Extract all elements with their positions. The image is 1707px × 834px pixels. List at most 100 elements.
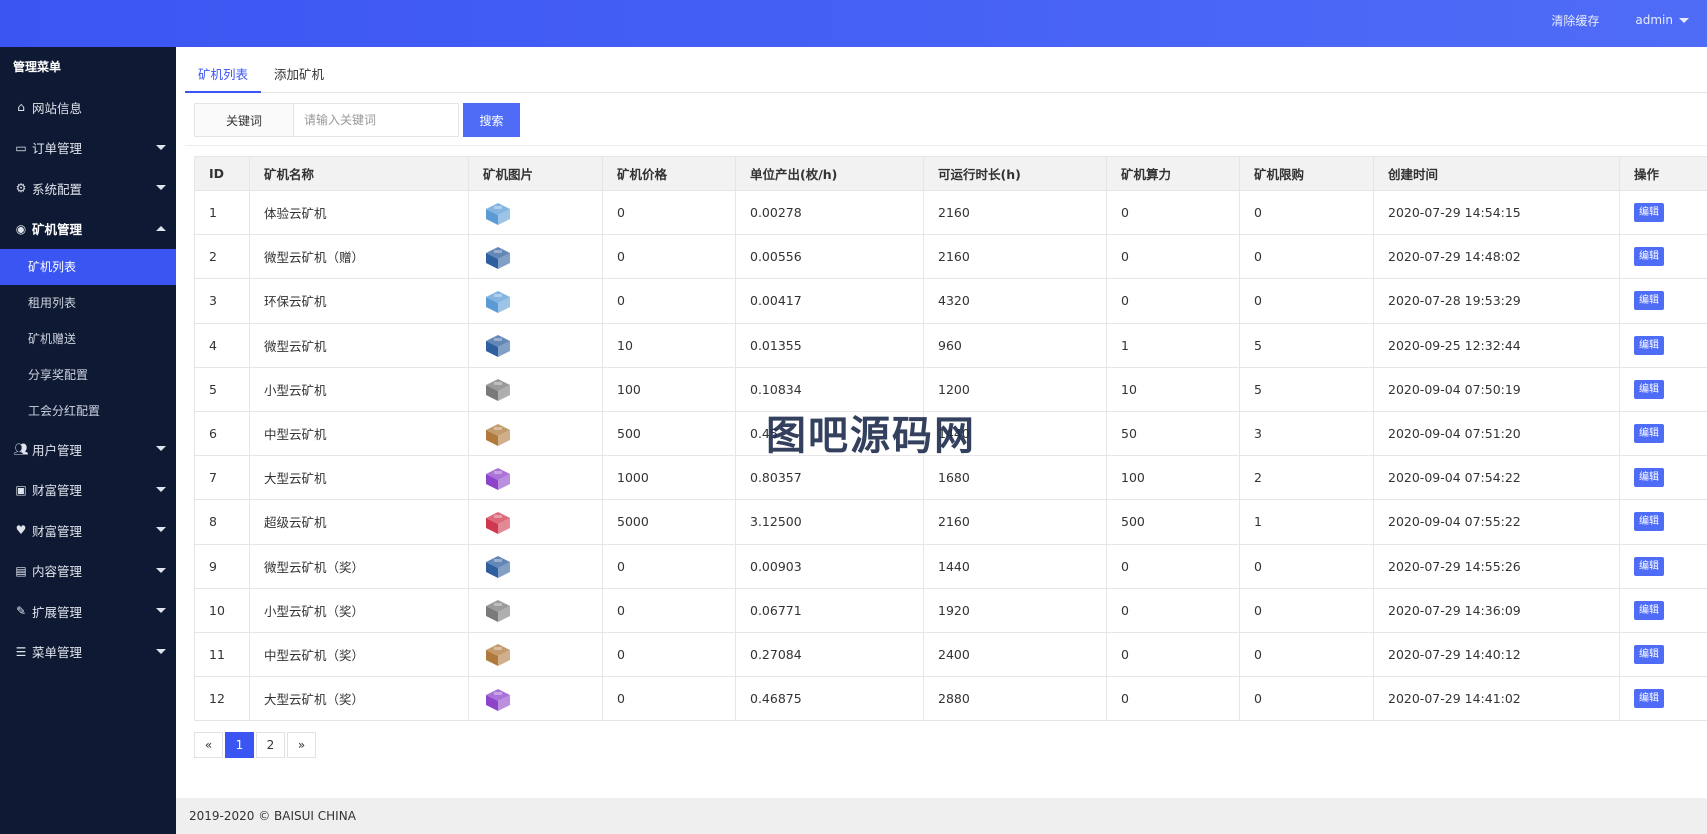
keyword-input[interactable] xyxy=(294,103,459,137)
cell-id: 5 xyxy=(194,366,250,412)
cell-output: 0.00556 xyxy=(735,234,924,280)
cell-limit: 0 xyxy=(1239,234,1374,280)
edit-button[interactable]: 编辑 xyxy=(1634,424,1664,444)
cell-hours: 960 xyxy=(923,322,1107,368)
sidebar-subitem-guild-dividend[interactable]: 工会分红配置 xyxy=(0,393,176,429)
sidebar-item-wealth-2[interactable]: ♥ 财富管理 xyxy=(0,510,176,551)
sidebar-item-users[interactable]: 👥︎ 用户管理 xyxy=(0,429,176,470)
miner-image-cell xyxy=(468,587,603,633)
column-header: 创建时间 xyxy=(1373,156,1620,191)
cell-output: 0.00903 xyxy=(735,543,924,589)
cell-actions: 编辑 xyxy=(1619,322,1707,368)
page-button-2[interactable]: 2 xyxy=(256,732,285,758)
tab-miner-list[interactable]: 矿机列表 xyxy=(185,47,262,93)
edit-button[interactable]: 编辑 xyxy=(1634,335,1664,355)
clear-cache-link[interactable]: 清除缓存 xyxy=(1551,12,1599,29)
cell-name: 小型云矿机 xyxy=(249,366,469,412)
pagination: « 1 2 » xyxy=(194,732,318,758)
edit-button[interactable]: 编辑 xyxy=(1634,247,1664,267)
chevron-up-icon xyxy=(156,225,166,231)
column-header: 矿机价格 xyxy=(602,156,736,191)
cell-actions: 编辑 xyxy=(1619,676,1707,722)
cell-power: 0 xyxy=(1106,543,1240,589)
miner-image-cell xyxy=(468,499,603,545)
sidebar-item-extensions[interactable]: ✎ 扩展管理 xyxy=(0,591,176,632)
miner-cube-image xyxy=(486,290,510,313)
home-icon: ⌂ xyxy=(17,100,25,115)
edit-button[interactable]: 编辑 xyxy=(1634,600,1664,620)
search-button[interactable]: 搜索 xyxy=(463,103,520,137)
sidebar-item-orders[interactable]: ▭ 订单管理 xyxy=(0,128,176,169)
column-header: 矿机名称 xyxy=(249,156,469,191)
sidebar-item-site-info[interactable]: ⌂ 网站信息 xyxy=(0,87,176,128)
sidebar-item-menus[interactable]: ☰ 菜单管理 xyxy=(0,632,176,673)
cell-hours: 2880 xyxy=(923,676,1107,722)
cell-name: 大型云矿机 xyxy=(249,455,469,501)
sidebar-subitem-rental-list[interactable]: 租用列表 xyxy=(0,285,176,321)
tab-add-miner[interactable]: 添加矿机 xyxy=(261,47,337,93)
sidebar-item-label: 财富管理 xyxy=(32,483,83,499)
footer-copyright: 2019-2020 © BAISUI CHINA xyxy=(176,798,1707,834)
table-row: 1 体验云矿机 0 0.00278 2160 0 0 2020-07-29 14:54:15 编… xyxy=(194,189,1707,236)
cell-created: 2020-09-04 07:54:22 xyxy=(1373,455,1620,501)
sidebar-subitem-share-reward[interactable]: 分享奖配置 xyxy=(0,357,176,393)
edit-button[interactable]: 编辑 xyxy=(1634,512,1664,532)
search-bar: 关键词 搜索 xyxy=(194,103,520,137)
user-menu[interactable]: admin xyxy=(1635,13,1689,27)
cell-name: 微型云矿机（奖） xyxy=(249,543,469,589)
cell-actions: 编辑 xyxy=(1619,543,1707,589)
cell-output: 0.06771 xyxy=(735,587,924,633)
sidebar-item-label: 扩展管理 xyxy=(32,604,83,620)
miner-image-cell xyxy=(468,410,603,457)
cell-name: 微型云矿机 xyxy=(249,322,469,368)
cell-name: 中型云矿机（奖） xyxy=(249,631,469,678)
cell-price: 0 xyxy=(602,587,736,633)
sidebar-subitem-miner-list[interactable]: 矿机列表 xyxy=(0,249,176,285)
cell-limit: 1 xyxy=(1239,499,1374,545)
sidebar-item-label: 系统配置 xyxy=(32,181,83,197)
next-page-button[interactable]: » xyxy=(287,732,316,758)
chevron-down-icon xyxy=(156,567,166,573)
cell-output: 0.27084 xyxy=(735,631,924,678)
sidebar-item-content[interactable]: ▤ 内容管理 xyxy=(0,551,176,592)
table-row: 3 环保云矿机 0 0.00417 4320 0 0 2020-07-28 19:53:29 编… xyxy=(194,278,1707,324)
edit-button[interactable]: 编辑 xyxy=(1634,468,1664,488)
cell-actions: 编辑 xyxy=(1619,631,1707,678)
cogs-icon: ⚙ xyxy=(15,181,27,196)
sidebar-item-system-config[interactable]: ⚙ 系统配置 xyxy=(0,168,176,209)
edit-button[interactable]: 编辑 xyxy=(1634,644,1664,664)
page-button-1[interactable]: 1 xyxy=(225,732,254,758)
edit-button[interactable]: 编辑 xyxy=(1634,379,1664,399)
miner-image-cell xyxy=(468,455,603,501)
edit-button[interactable]: 编辑 xyxy=(1634,689,1664,709)
table-row: 2 微型云矿机（赠） 0 0.00556 2160 0 0 2020-07-29 14:48:… xyxy=(194,234,1707,280)
cell-output: 3.12500 xyxy=(735,499,924,545)
credit-card-icon: ▭ xyxy=(15,140,27,155)
cell-limit: 0 xyxy=(1239,278,1374,324)
edit-button[interactable]: 编辑 xyxy=(1634,291,1664,311)
edit-button[interactable]: 编辑 xyxy=(1634,556,1664,576)
edit-button[interactable]: 编辑 xyxy=(1634,203,1664,223)
sidebar-item-wealth-1[interactable]: ▣ 财富管理 xyxy=(0,470,176,511)
cell-output: 0.00417 xyxy=(735,278,924,324)
users-icon: 👥︎ xyxy=(13,442,29,457)
prev-page-button[interactable]: « xyxy=(194,732,223,758)
cell-price: 500 xyxy=(602,410,736,457)
sidebar-subitem-miner-gift[interactable]: 矿机赠送 xyxy=(0,321,176,357)
cell-price: 0 xyxy=(602,234,736,280)
file-icon: ▤ xyxy=(15,563,27,578)
table-row: 7 大型云矿机 1000 0.80357 1680 100 2 2020-09-04 07:5… xyxy=(194,455,1707,501)
cell-created: 2020-07-29 14:40:12 xyxy=(1373,631,1620,678)
miner-cube-image xyxy=(486,423,510,446)
dashboard-icon: ◉ xyxy=(15,221,27,236)
cell-hours: 1920 xyxy=(923,587,1107,633)
cell-power: 10 xyxy=(1106,366,1240,412)
cell-id: 12 xyxy=(194,676,250,722)
miner-image-cell xyxy=(468,631,603,678)
miner-image-cell xyxy=(468,234,603,280)
cell-limit: 5 xyxy=(1239,322,1374,368)
cell-id: 11 xyxy=(194,631,250,678)
cell-actions: 编辑 xyxy=(1619,499,1707,545)
sidebar-item-label: 菜单管理 xyxy=(32,645,83,661)
sidebar-item-miner-management[interactable]: ◉ 矿机管理 xyxy=(0,209,176,250)
